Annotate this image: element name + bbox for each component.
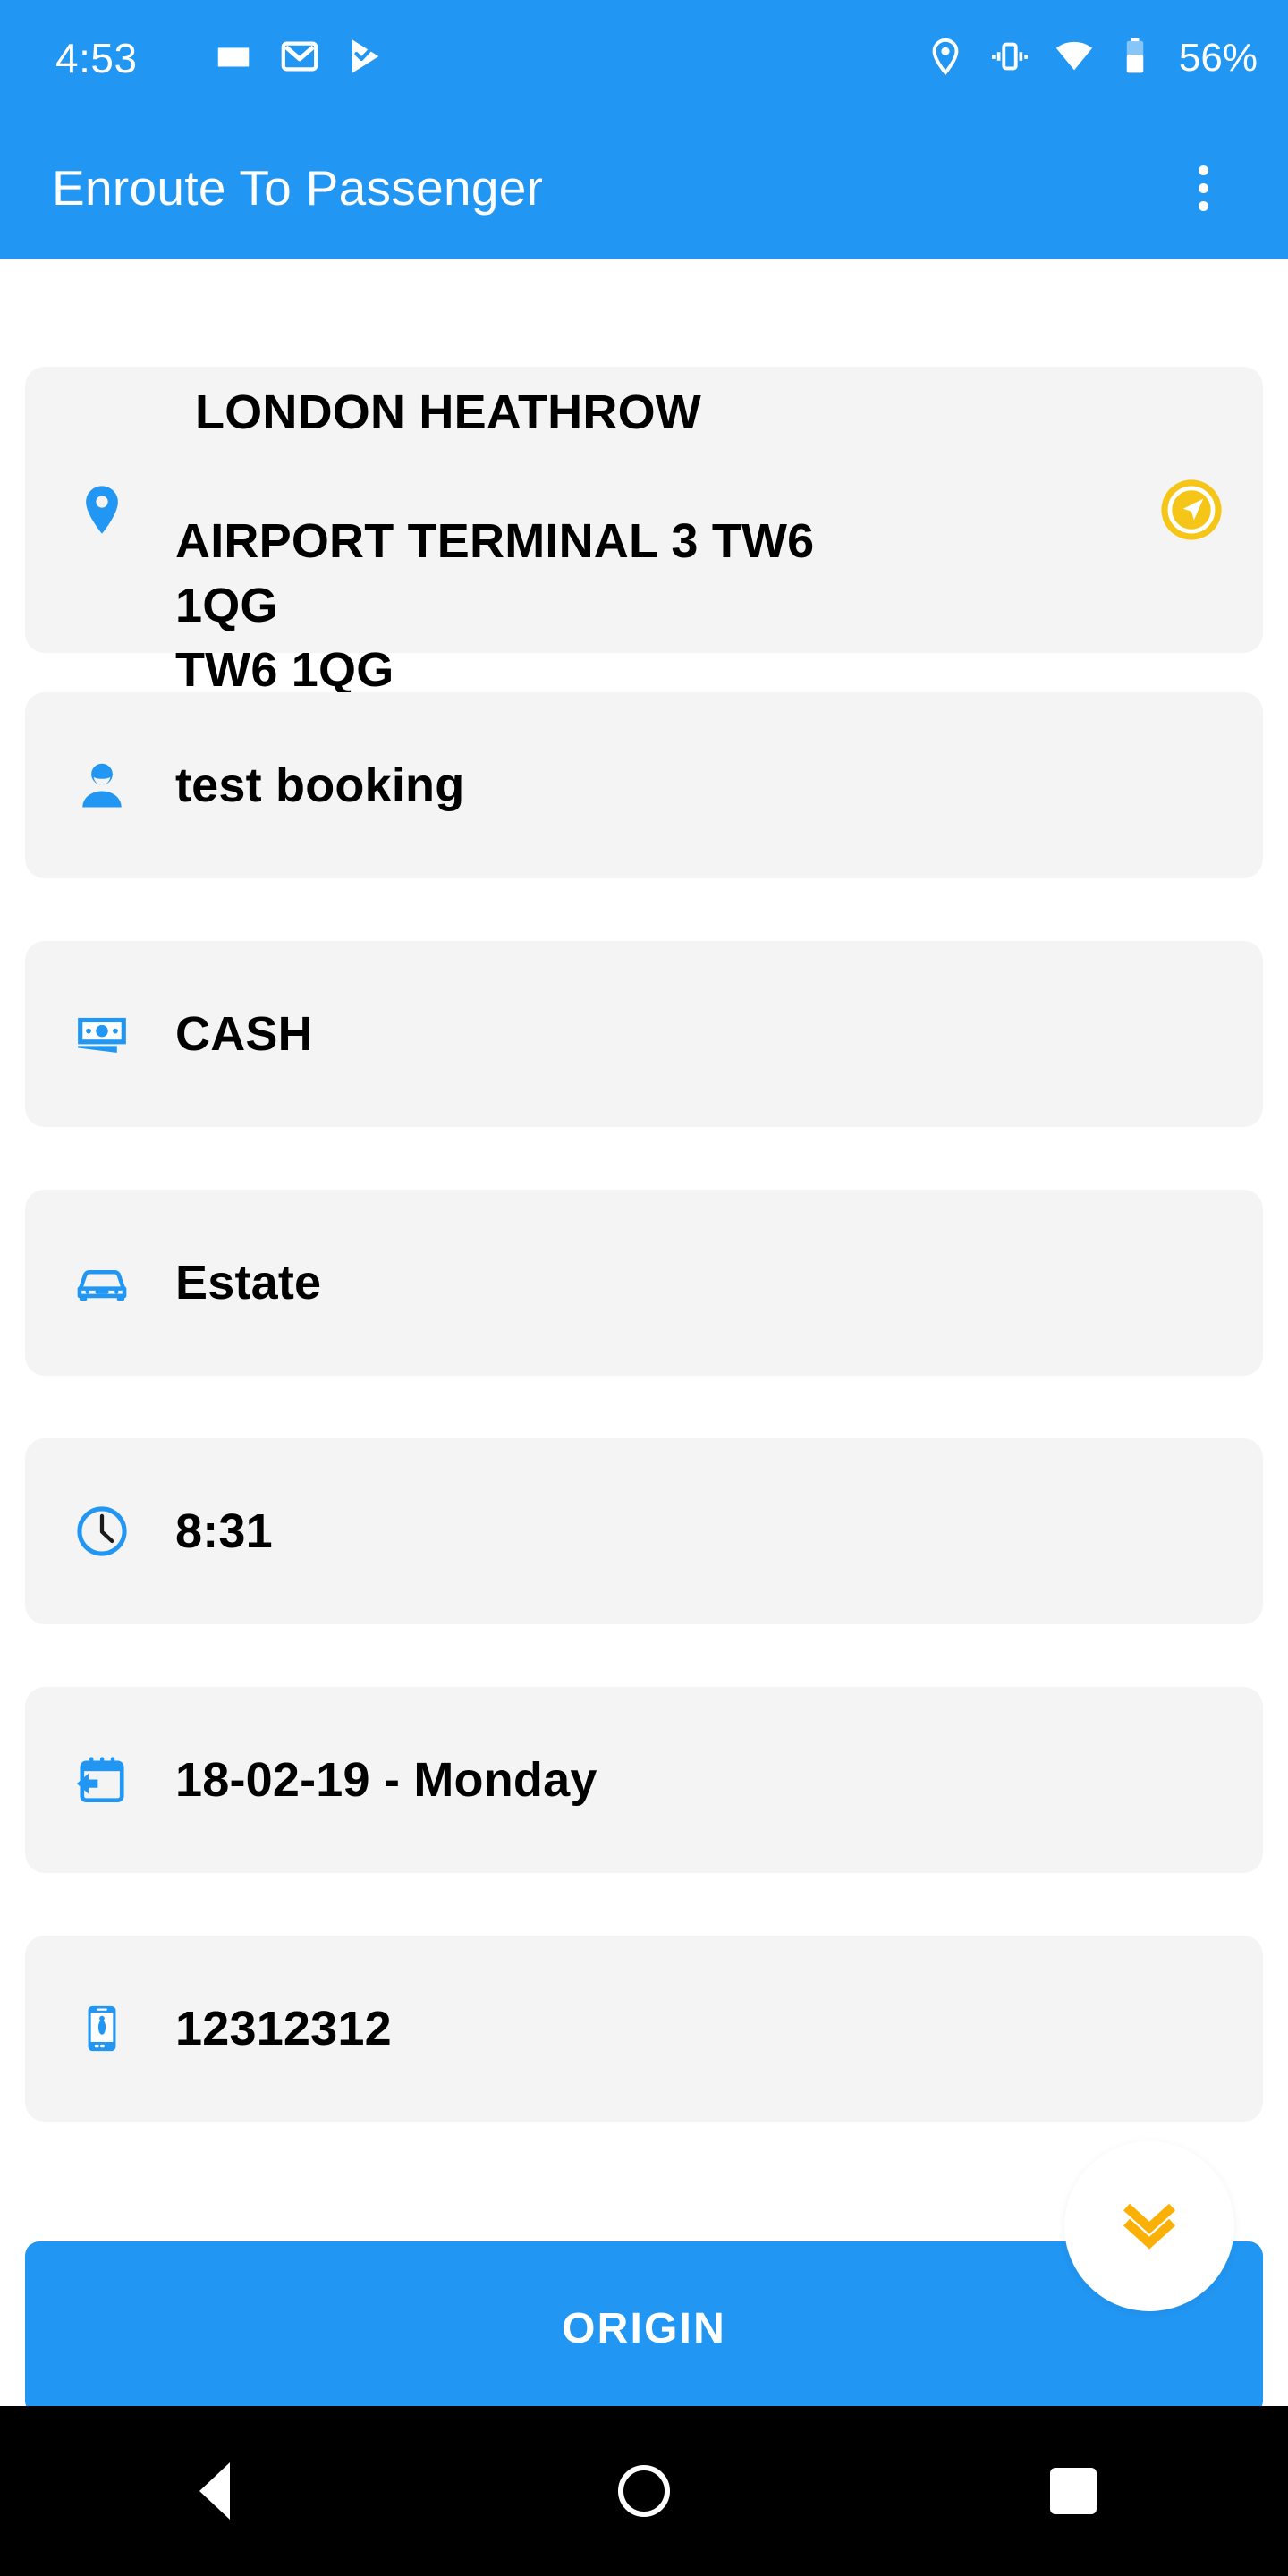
clock-icon <box>63 1503 141 1560</box>
status-notification-icons <box>213 36 386 81</box>
page-title: Enroute To Passenger <box>52 159 544 216</box>
battery-icon <box>1118 36 1152 81</box>
nav-back-button[interactable] <box>134 2406 295 2576</box>
calendar-icon <box>63 1752 141 1808</box>
android-nav-bar <box>0 2406 1288 2576</box>
app-bar: Enroute To Passenger <box>0 116 1288 259</box>
pickup-time: 8:31 <box>175 1504 273 1558</box>
nav-home-button[interactable] <box>564 2406 724 2576</box>
person-icon <box>63 758 141 813</box>
wifi-icon <box>1054 36 1095 81</box>
card-address[interactable]: LONDON HEATHROW AIRPORT TERMINAL 3 TW6 1… <box>25 367 1263 697</box>
card-payment[interactable]: CASH <box>25 941 1263 1127</box>
home-circle-icon <box>618 2465 670 2517</box>
nav-recents-button[interactable] <box>993 2406 1154 2576</box>
map-pin-icon <box>63 481 141 538</box>
location-icon <box>925 36 966 81</box>
address-text: LONDON HEATHROW AIRPORT TERMINAL 3 TW6 1… <box>175 318 921 703</box>
recents-square-icon <box>1050 2468 1097 2514</box>
address-line-3: 1QG <box>175 578 278 632</box>
mobile-icon <box>63 2003 141 2055</box>
address-line-2: AIRPORT TERMINAL 3 TW6 <box>175 514 815 568</box>
expand-details-fab[interactable] <box>1064 2141 1234 2311</box>
back-triangle-icon <box>199 2462 230 2520</box>
double-chevron-down-icon <box>1114 2189 1185 2265</box>
address-line-4: TW6 1QG <box>175 642 394 697</box>
booking-details-list: LONDON HEATHROW AIRPORT TERMINAL 3 TW6 1… <box>0 259 1288 2415</box>
status-clock: 4:53 <box>55 35 138 81</box>
dot <box>1198 182 1208 193</box>
car-icon <box>63 1254 141 1311</box>
card-vehicle[interactable]: Estate <box>25 1190 1263 1376</box>
vehicle-type: Estate <box>175 1256 322 1309</box>
dot <box>1198 200 1208 211</box>
passenger-phone: 12312312 <box>175 2002 392 2055</box>
card-passenger[interactable]: test booking <box>25 692 1263 878</box>
card-time[interactable]: 8:31 <box>25 1438 1263 1624</box>
play-store-icon <box>345 36 386 81</box>
navigate-icon[interactable] <box>1157 476 1225 544</box>
vibrate-icon <box>989 36 1030 81</box>
payment-method: CASH <box>175 1007 313 1061</box>
passenger-name: test booking <box>175 758 465 812</box>
origin-button-label: ORIGIN <box>562 2304 726 2352</box>
status-system-icons: 56% <box>925 36 1258 81</box>
gmail-icon <box>279 36 320 81</box>
pickup-date: 18-02-19 - Monday <box>175 1753 597 1807</box>
cash-icon <box>63 1006 141 1062</box>
address-line-1: LONDON HEATHROW <box>195 386 701 440</box>
battery-percent-label: 56% <box>1178 36 1258 80</box>
screenshot-icon <box>213 36 254 81</box>
card-phone[interactable]: 12312312 <box>25 1936 1263 2122</box>
overflow-menu-icon[interactable] <box>1163 148 1243 228</box>
dot <box>1198 165 1208 175</box>
status-bar: 4:53 56% <box>0 0 1288 116</box>
card-date[interactable]: 18-02-19 - Monday <box>25 1687 1263 1873</box>
